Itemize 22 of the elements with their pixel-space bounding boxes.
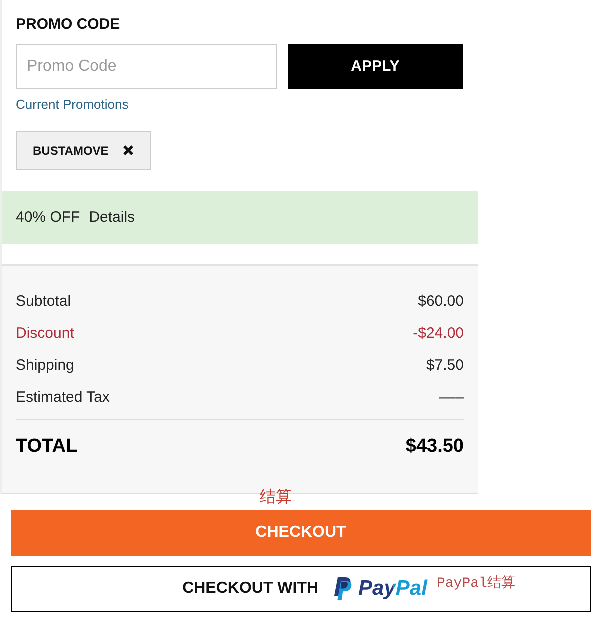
summary-amount: ––– (438, 388, 464, 408)
summary-amount: $7.50 (426, 356, 464, 376)
promo-code-field[interactable]: Promo Code (16, 44, 277, 89)
total-amount: $43.50 (406, 436, 464, 458)
summary-label: Shipping (16, 356, 74, 376)
paypal-wordmark: PayPal (358, 577, 430, 601)
total-label: TOTAL (16, 436, 78, 458)
discount-amount: -$24.00 (413, 324, 464, 344)
annotation-text: 结算 (260, 488, 292, 506)
close-icon[interactable] (122, 145, 134, 156)
apply-button[interactable]: APPLY (288, 44, 463, 89)
details-link[interactable]: Details (89, 209, 136, 226)
promo-code-label: BUSTAMOVE (33, 144, 109, 158)
annotation-text: PayPal结算 (437, 575, 516, 593)
current-promotions-link[interactable]: Current Promotions (16, 97, 129, 113)
section-heading: PROMO CODE (16, 15, 120, 35)
summary-label: Estimated Tax (16, 388, 110, 408)
discount-label: Discount (16, 324, 74, 344)
summary-amount: $60.00 (418, 292, 464, 312)
offer-text: 40% OFF (16, 209, 80, 226)
summary-label: Subtotal (16, 292, 72, 312)
paypal-p-icon (332, 577, 353, 601)
